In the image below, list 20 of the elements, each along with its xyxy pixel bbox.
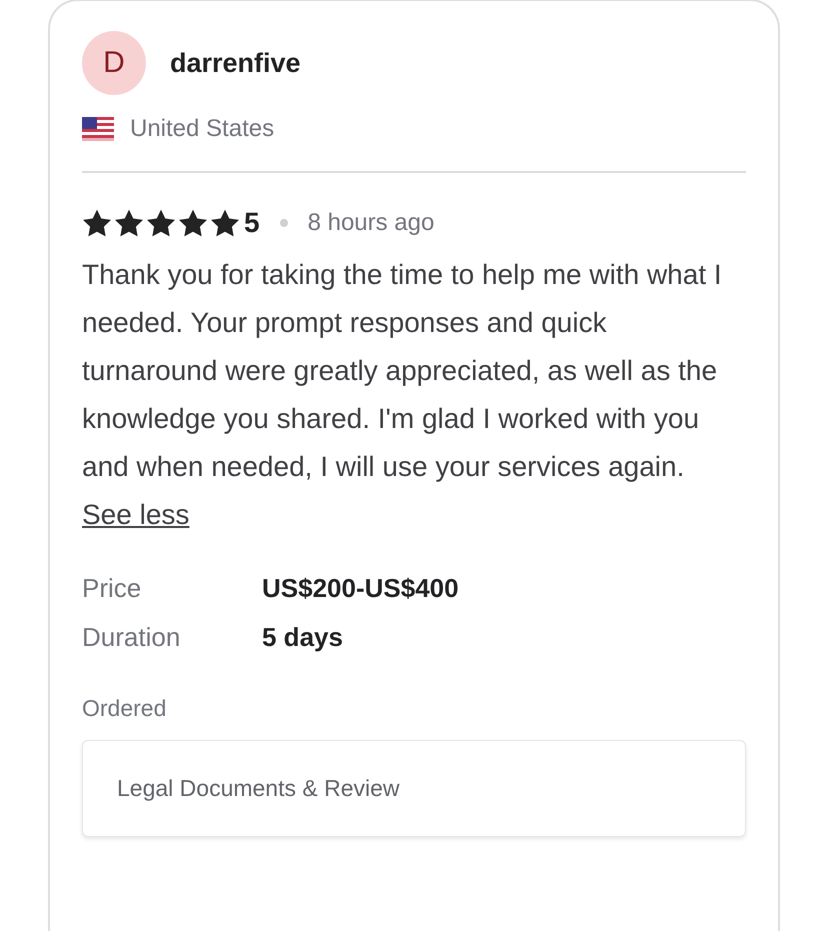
review-text: Thank you for taking the time to help me with what I needed. Your prompt responses and quick turnaround were greatly appreciated, as well as the knowledge you shared. I'm glad I worked with you and when needed, I will use your services again. See less bbox=[82, 258, 723, 532]
detail-label: Price bbox=[82, 573, 142, 604]
detail-value: US$200-US$400 bbox=[262, 573, 460, 604]
see-less-link[interactable]: See less bbox=[82, 499, 190, 530]
star-icon bbox=[114, 209, 144, 237]
separator-dot bbox=[280, 219, 288, 227]
ordered-label: Ordered bbox=[82, 695, 168, 722]
country-name: United States bbox=[130, 115, 274, 143]
detail-label: Duration bbox=[82, 622, 182, 653]
reviewer-name: darrenfive bbox=[170, 48, 301, 78]
star-icon bbox=[210, 209, 240, 237]
star-icon bbox=[146, 209, 176, 237]
star-icon bbox=[178, 209, 208, 237]
review-time: 8 hours ago bbox=[308, 209, 434, 237]
star-icon bbox=[82, 209, 112, 237]
flag-icon bbox=[82, 117, 114, 141]
ordered-item: Legal Documents & Review bbox=[82, 740, 746, 837]
detail-value: 5 days bbox=[262, 622, 344, 653]
avatar: D bbox=[82, 31, 146, 95]
rating-score: 5 bbox=[244, 207, 260, 239]
